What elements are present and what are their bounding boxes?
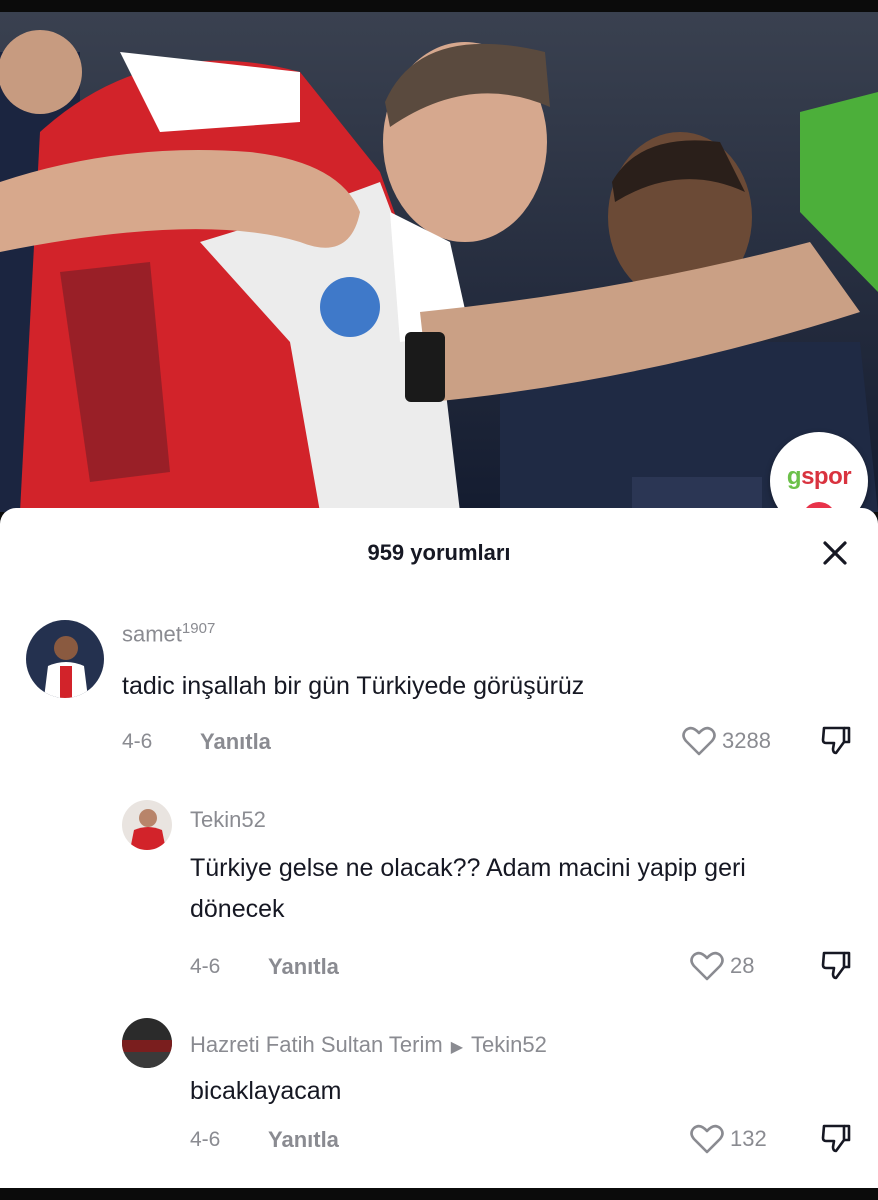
username-text: samet — [122, 621, 182, 647]
reply-button[interactable]: Yanıtla — [200, 729, 271, 755]
like-count: 28 — [730, 953, 755, 978]
video-still-image — [0, 12, 878, 512]
like-count: 3288 — [722, 728, 771, 753]
dislike-button[interactable] — [820, 1122, 852, 1159]
comments-count-title: 959 yorumları — [367, 540, 511, 565]
thumbs-down-icon — [821, 951, 851, 980]
bottom-border — [0, 1188, 878, 1200]
avatar[interactable] — [122, 800, 172, 850]
reply-button[interactable]: Yanıtla — [268, 954, 339, 980]
comment-date: 4-6 — [190, 955, 221, 978]
comment-text: Türkiye gelse ne olacak?? Adam macini ya… — [190, 854, 746, 923]
avatar-image — [26, 620, 104, 698]
reply-button[interactable]: Yanıtla — [268, 1127, 339, 1153]
heart-icon — [690, 951, 724, 981]
reply-target-username[interactable]: Tekin52 — [471, 1032, 547, 1057]
avatar[interactable] — [122, 1018, 172, 1068]
avatar[interactable] — [26, 620, 104, 698]
like-button[interactable]: 3288 — [682, 726, 771, 756]
comment-username[interactable]: Tekin52 — [190, 807, 266, 833]
thumbs-down-icon — [821, 726, 851, 755]
like-button[interactable]: 28 — [690, 951, 754, 981]
comment-date: 4-6 — [122, 730, 153, 753]
dislike-button[interactable] — [820, 724, 852, 761]
comment-text: bicaklayacam — [190, 1077, 342, 1105]
comment-username-line: Hazreti Fatih Sultan Terim ▶ Tekin52 — [190, 1032, 547, 1058]
like-count: 132 — [730, 1126, 767, 1151]
gspor-logo-text: gspor — [786, 463, 852, 490]
thumbs-down-icon — [821, 1124, 851, 1153]
comments-panel: 959 yorumları samet1907 tadic inşallah b… — [0, 508, 878, 1188]
comment-date: 4-6 — [190, 1128, 221, 1151]
heart-icon — [682, 726, 716, 756]
close-icon — [823, 541, 847, 565]
avatar-image — [122, 800, 172, 850]
comment-username[interactable]: samet1907 — [122, 620, 215, 647]
video-frame[interactable]: gspor — [0, 12, 878, 512]
comment-username[interactable]: Hazreti Fatih Sultan Terim — [190, 1032, 443, 1057]
heart-icon — [690, 1124, 724, 1154]
avatar-image — [122, 1018, 172, 1068]
comment-text: tadic inşallah bir gün Türkiyede görüşür… — [122, 672, 585, 700]
dislike-button[interactable] — [820, 949, 852, 986]
reply-arrow-icon: ▶ — [450, 1039, 464, 1056]
username-suffix: 1907 — [181, 620, 216, 637]
close-button[interactable] — [818, 536, 852, 570]
like-button[interactable]: 132 — [690, 1124, 767, 1154]
